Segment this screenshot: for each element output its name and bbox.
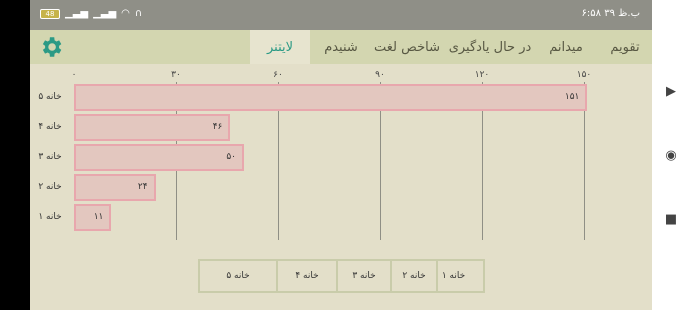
bar-value-label: ۲۴ bbox=[137, 182, 148, 192]
category-label: خانه ۳ bbox=[38, 152, 62, 162]
gear-icon[interactable] bbox=[38, 34, 64, 60]
app-screen: 48 ▁▃▅ ▁▃▅ ◠ ∩ ۶:۵۸ ب.ظ ۳۹ تقویم میدانم … bbox=[30, 0, 652, 310]
tab-calendar[interactable]: تقویم bbox=[600, 30, 650, 64]
x-tick-label: ۳۰ bbox=[171, 70, 181, 80]
signal-icon: ▁▃▅ bbox=[65, 8, 89, 19]
status-icons: 48 ▁▃▅ ▁▃▅ ◠ ∩ bbox=[40, 8, 142, 19]
tab-leitner[interactable]: لایتنر bbox=[250, 30, 310, 64]
x-tick-label: ۹۰ bbox=[375, 70, 385, 80]
box-legend: خانه ۵ خانه ۴ خانه ۳ خانه ۲ خانه ۱ bbox=[198, 259, 485, 293]
bar-value-label: ۵۰ bbox=[226, 152, 236, 162]
category-label: خانه ۴ bbox=[38, 122, 62, 132]
status-time: ۶:۵۸ ب.ظ ۳۹ bbox=[581, 8, 640, 19]
recents-icon[interactable]: ■ bbox=[652, 208, 690, 230]
bar-value-label: ۱۱ bbox=[93, 212, 104, 222]
signal-icon-2: ▁▃▅ bbox=[93, 8, 117, 19]
status-bar: 48 ▁▃▅ ▁▃▅ ◠ ∩ ۶:۵۸ ب.ظ ۳۹ bbox=[30, 0, 652, 30]
x-tick-label: ۱۲۰ bbox=[474, 70, 490, 80]
tab-word-index[interactable]: شاخص لغت bbox=[372, 30, 442, 64]
legend-item[interactable]: خانه ۵ bbox=[200, 261, 278, 291]
home-icon[interactable]: ◉ bbox=[652, 144, 690, 166]
x-tick-label: ۰ bbox=[71, 70, 77, 80]
tab-known[interactable]: میدانم bbox=[538, 30, 594, 64]
bar-value-label: ۱۵۱ bbox=[564, 92, 580, 102]
x-tick-label: ۱۵۰ bbox=[576, 70, 592, 80]
wifi-icon: ◠ bbox=[121, 8, 130, 19]
legend-item[interactable]: خانه ۱ bbox=[438, 261, 469, 291]
nav-bar: ▶ ◉ ■ bbox=[652, 0, 690, 310]
left-black-edge bbox=[0, 0, 30, 310]
legend-item[interactable]: خانه ۴ bbox=[278, 261, 338, 291]
headphones-icon: ∩ bbox=[134, 8, 143, 19]
category-label: خانه ۲ bbox=[38, 182, 62, 192]
legend-item[interactable]: خانه ۳ bbox=[338, 261, 392, 291]
category-label: خانه ۵ bbox=[38, 92, 62, 102]
bar[interactable] bbox=[74, 84, 588, 111]
tab-bar: تقویم میدانم در حال یادگیری شاخص لغت شنی… bbox=[30, 30, 652, 64]
category-label: خانه ۱ bbox=[38, 212, 62, 222]
battery-icon: 48 bbox=[40, 8, 60, 19]
back-icon[interactable]: ▶ bbox=[652, 80, 690, 102]
bar-value-label: ۴۶ bbox=[212, 122, 223, 132]
legend-item[interactable]: خانه ۲ bbox=[392, 261, 438, 291]
bar-chart: ۰ ۳۰ ۶۰ ۹۰ ۱۲۰ ۱۵۰ ۱۵۱ خانه ۵ ۴۶ خانه ۴ ۵۰ خانه ۳ ۲۴… bbox=[30, 64, 652, 254]
x-tick-label: ۶۰ bbox=[273, 70, 283, 80]
tab-learning[interactable]: در حال یادگیری bbox=[444, 30, 536, 64]
tab-heard[interactable]: شنیدم bbox=[312, 30, 370, 64]
